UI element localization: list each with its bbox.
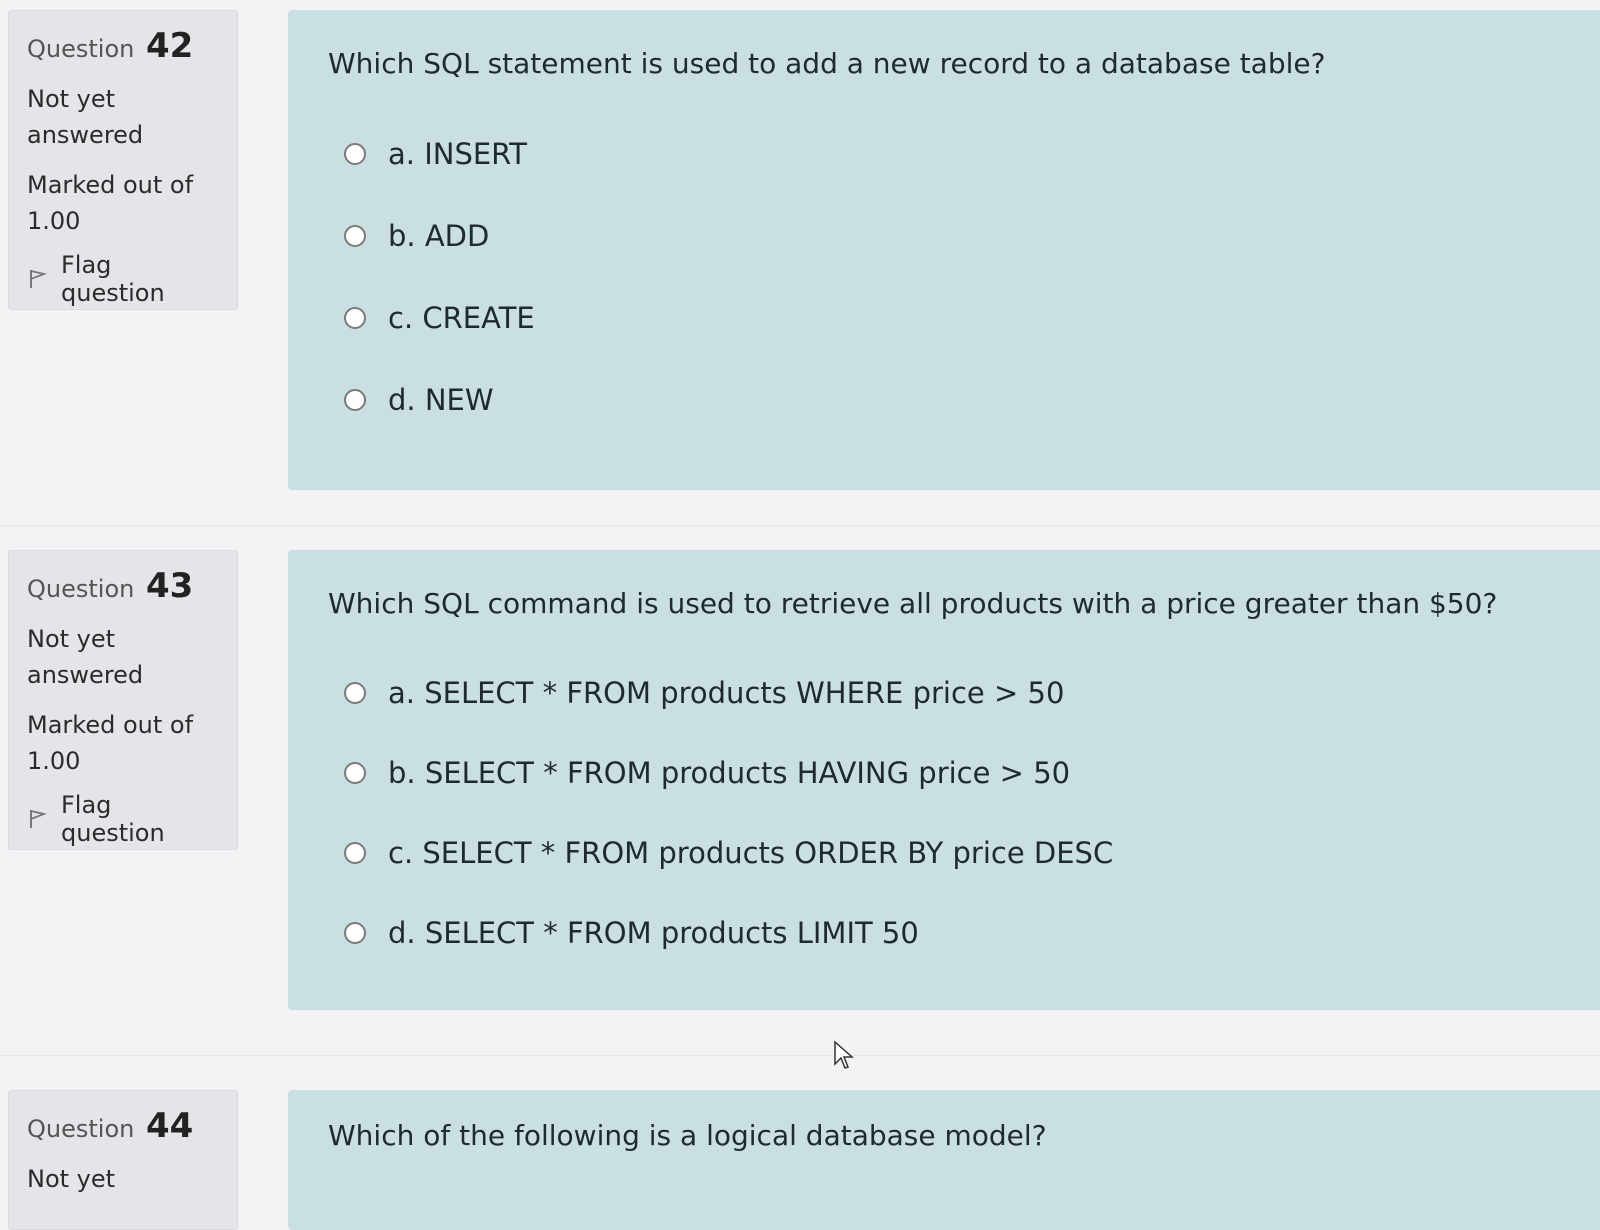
question-content: Which of the following is a logical data… (288, 1090, 1600, 1230)
quiz-page: Question 42 Not yet answered Marked out … (0, 0, 1600, 1230)
flag-question-link[interactable]: Flag question (27, 791, 219, 847)
question-info-panel: Question 44 Not yet (8, 1090, 238, 1230)
question-content: Which SQL command is used to retrieve al… (288, 550, 1600, 1010)
answer-label[interactable]: d. NEW (388, 383, 494, 417)
question-number: Question 43 (27, 569, 219, 603)
question-42: Question 42 Not yet answered Marked out … (0, 10, 1600, 510)
flag-question-label[interactable]: Flag question (61, 791, 219, 847)
answer-option-a[interactable]: a. SELECT * FROM products WHERE price > … (344, 653, 1560, 733)
question-divider (0, 525, 1600, 526)
question-number: Question 42 (27, 29, 219, 63)
flag-question-link[interactable]: Flag question (27, 251, 219, 307)
question-info-panel: Question 42 Not yet answered Marked out … (8, 10, 238, 310)
radio-icon[interactable] (344, 842, 366, 864)
question-43: Question 43 Not yet answered Marked out … (0, 550, 1600, 1030)
answer-label[interactable]: c. SELECT * FROM products ORDER BY price… (388, 836, 1113, 870)
question-number: Question 44 (27, 1109, 219, 1143)
grade-label: Marked out of (27, 711, 194, 739)
question-text: Which SQL statement is used to add a new… (328, 47, 1326, 80)
grade-label: Marked out of (27, 171, 194, 199)
mouse-cursor-icon (834, 1040, 854, 1069)
question-label: Question (27, 35, 135, 63)
question-info-panel: Question 43 Not yet answered Marked out … (8, 550, 238, 850)
answer-option-b[interactable]: b. ADD (344, 195, 1560, 277)
flag-question-label[interactable]: Flag question (61, 251, 219, 307)
answer-label[interactable]: d. SELECT * FROM products LIMIT 50 (388, 916, 919, 950)
answer-label[interactable]: b. SELECT * FROM products HAVING price >… (388, 756, 1070, 790)
grade-value: 1.00 (27, 207, 81, 235)
answer-option-d[interactable]: d. NEW (344, 359, 1560, 441)
radio-icon[interactable] (344, 762, 366, 784)
answer-label[interactable]: b. ADD (388, 219, 489, 253)
question-44: Question 44 Not yet Which of the followi… (0, 1090, 1600, 1230)
radio-icon[interactable] (344, 682, 366, 704)
question-grade: Marked out of 1.00 (27, 167, 219, 239)
question-state: Not yet (27, 1165, 116, 1193)
question-text: Which SQL command is used to retrieve al… (328, 587, 1498, 620)
question-text: Which of the following is a logical data… (328, 1119, 1047, 1152)
radio-icon[interactable] (344, 389, 366, 411)
answer-list: a. SELECT * FROM products WHERE price > … (344, 653, 1560, 973)
question-content: Which SQL statement is used to add a new… (288, 10, 1600, 490)
radio-icon[interactable] (344, 922, 366, 944)
question-number-value: 43 (145, 566, 194, 606)
answer-label[interactable]: c. CREATE (388, 301, 535, 335)
radio-icon[interactable] (344, 143, 366, 165)
radio-icon[interactable] (344, 307, 366, 329)
answer-option-a[interactable]: a. INSERT (344, 113, 1560, 195)
question-number-value: 44 (145, 1106, 194, 1146)
flag-icon[interactable] (27, 808, 49, 830)
grade-value: 1.00 (27, 747, 81, 775)
question-number-value: 42 (145, 26, 194, 66)
answer-option-c[interactable]: c. CREATE (344, 277, 1560, 359)
question-divider (0, 1055, 1600, 1056)
question-grade: Marked out of 1.00 (27, 707, 219, 779)
answer-label[interactable]: a. INSERT (388, 137, 527, 171)
answer-option-b[interactable]: b. SELECT * FROM products HAVING price >… (344, 733, 1560, 813)
radio-icon[interactable] (344, 225, 366, 247)
flag-icon[interactable] (27, 268, 49, 290)
answer-list: a. INSERT b. ADD c. CREATE d. NEW (344, 113, 1560, 441)
answer-option-c[interactable]: c. SELECT * FROM products ORDER BY price… (344, 813, 1560, 893)
question-label: Question (27, 575, 135, 603)
answer-label[interactable]: a. SELECT * FROM products WHERE price > … (388, 676, 1064, 710)
question-state: Not yet answered (27, 85, 144, 149)
question-label: Question (27, 1115, 135, 1143)
answer-option-d[interactable]: d. SELECT * FROM products LIMIT 50 (344, 893, 1560, 973)
question-state: Not yet answered (27, 625, 144, 689)
